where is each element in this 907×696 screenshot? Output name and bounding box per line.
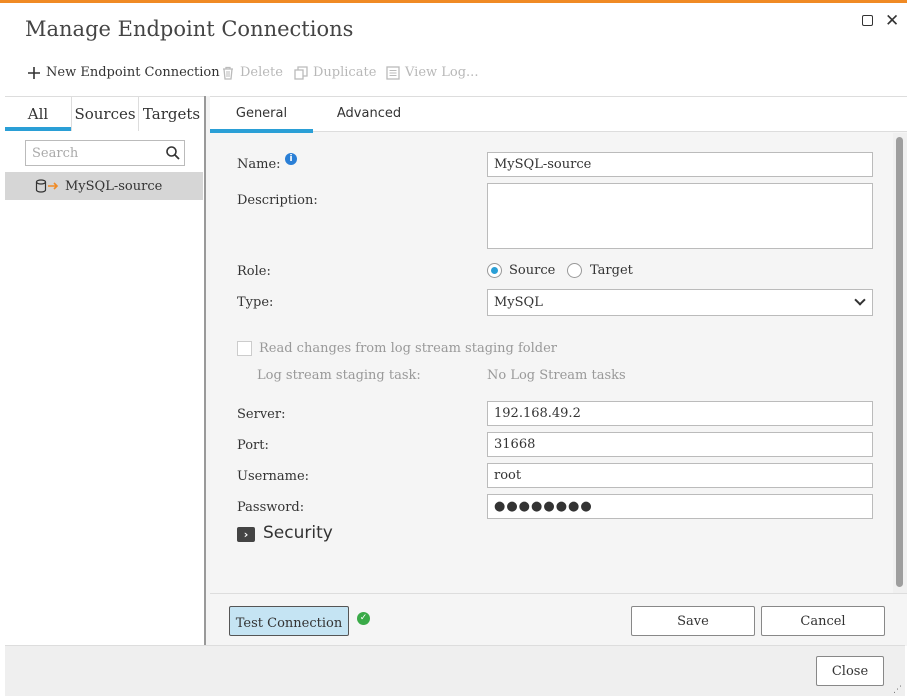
maximize-icon[interactable] <box>862 15 873 26</box>
cancel-button[interactable]: Cancel <box>761 606 885 636</box>
duplicate-button[interactable]: Duplicate <box>294 65 376 80</box>
test-connection-button[interactable]: Test Connection <box>229 606 349 636</box>
duplicate-label: Duplicate <box>313 65 377 80</box>
role-target-radio[interactable] <box>567 263 582 278</box>
chevron-right-icon[interactable]: › <box>237 527 255 542</box>
tab-sources[interactable]: Sources <box>72 97 138 131</box>
server-label: Server: <box>237 407 286 422</box>
trash-icon <box>223 66 233 80</box>
staging-task-label: Log stream staging task: <box>257 368 421 383</box>
database-source-icon <box>35 179 59 193</box>
name-input[interactable]: MySQL-source <box>487 152 873 177</box>
search-input[interactable] <box>25 140 185 166</box>
port-label: Port: <box>237 438 269 453</box>
endpoint-detail-panel: General Advanced Name: i MySQL-source De… <box>210 96 907 646</box>
general-form: Name: i MySQL-source Description: Role: … <box>210 133 893 593</box>
resize-grip-icon[interactable]: ⋰ <box>893 685 903 695</box>
read-changes-label: Read changes from log stream staging fol… <box>259 341 558 356</box>
form-scrollbar[interactable] <box>893 133 907 593</box>
info-icon[interactable]: i <box>285 153 297 165</box>
password-input[interactable]: ●●●●●●●● <box>487 494 873 519</box>
port-input[interactable]: 31668 <box>487 432 873 457</box>
name-label: Name: <box>237 157 281 172</box>
check-circle-icon: ✓ <box>357 612 370 625</box>
username-input[interactable]: root <box>487 463 873 488</box>
view-log-label: View Log... <box>405 65 479 80</box>
dialog-title: Manage Endpoint Connections <box>25 17 354 41</box>
toolbar: New Endpoint Connection Delete Duplicate… <box>0 65 907 89</box>
tab-targets[interactable]: Targets <box>139 97 204 131</box>
delete-button[interactable]: Delete <box>221 65 283 80</box>
detail-actions: Test Connection ✓ Save Cancel <box>210 593 907 646</box>
password-label: Password: <box>237 500 305 515</box>
detail-tabs: General Advanced <box>210 97 907 133</box>
role-target-label: Target <box>590 263 633 278</box>
view-log-button[interactable]: View Log... <box>386 65 478 80</box>
scrollbar-thumb[interactable] <box>896 137 903 587</box>
read-changes-checkbox[interactable] <box>237 341 252 356</box>
manage-endpoint-dialog: Manage Endpoint Connections ✕ New Endpoi… <box>0 0 907 696</box>
log-icon <box>386 65 400 80</box>
tab-general[interactable]: General <box>210 97 313 133</box>
plus-icon <box>28 66 40 79</box>
list-item[interactable]: MySQL-source <box>5 172 203 200</box>
role-source-label: Source <box>509 263 556 278</box>
endpoint-list-panel: All Sources Targets MySQL-source <box>5 96 204 645</box>
dialog-footer: Close <box>5 645 905 696</box>
delete-label: Delete <box>240 65 283 80</box>
type-select[interactable]: MySQL <box>487 289 873 316</box>
tab-advanced[interactable]: Advanced <box>322 97 416 132</box>
duplicate-icon <box>294 65 308 80</box>
username-label: Username: <box>237 469 310 484</box>
security-section-label[interactable]: Security <box>263 523 333 543</box>
new-endpoint-label: New Endpoint Connection <box>46 65 220 80</box>
server-input[interactable]: 192.168.49.2 <box>487 401 873 426</box>
search-icon[interactable] <box>165 145 181 161</box>
close-button[interactable]: Close <box>816 656 884 686</box>
close-icon[interactable]: ✕ <box>885 11 899 31</box>
new-endpoint-button[interactable]: New Endpoint Connection <box>27 65 220 80</box>
description-label: Description: <box>237 193 318 208</box>
description-input[interactable] <box>487 183 873 249</box>
endpoint-filter-tabs: All Sources Targets <box>5 97 204 131</box>
role-label: Role: <box>237 264 271 279</box>
type-selected-value: MySQL <box>494 295 543 310</box>
endpoint-name: MySQL-source <box>65 178 163 194</box>
type-label: Type: <box>237 295 274 310</box>
save-button[interactable]: Save <box>631 606 755 636</box>
tab-all[interactable]: All <box>5 97 71 131</box>
chevron-down-icon <box>854 294 866 306</box>
role-source-radio[interactable] <box>487 263 502 278</box>
staging-task-value: No Log Stream tasks <box>487 368 626 383</box>
